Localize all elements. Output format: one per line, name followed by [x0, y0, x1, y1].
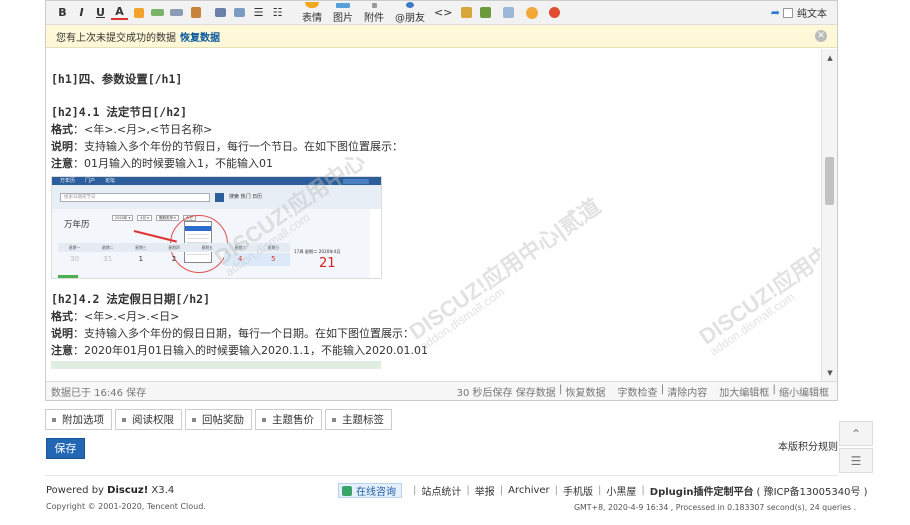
autosave-countdown: 30 秒后保存 — [456, 387, 513, 399]
image-icon — [336, 2, 350, 8]
content-h1: [h1]四、参数设置[/h1] — [51, 72, 183, 86]
link-icon[interactable] — [149, 3, 166, 23]
footer-links: 在线咨询 | 站点统计 | 举报 | Archiver | 手机版 | 小黑屋 | Dplu… — [338, 483, 868, 498]
image-button[interactable]: 图片 — [333, 2, 353, 24]
word-check-link[interactable]: 字数检查 — [618, 384, 658, 399]
copyright: Copyright © 2001-2020, Tencent Cloud. — [46, 502, 206, 511]
restore-data-status-link[interactable]: 恢复数据 — [566, 384, 606, 399]
bold-button[interactable]: B — [54, 3, 71, 23]
code-icon[interactable]: <> — [434, 3, 452, 23]
switch-mode-icon: ➦ — [770, 6, 780, 19]
ordered-list-icon[interactable]: ☰ — [250, 3, 267, 23]
unordered-list-icon[interactable]: ☷ — [269, 3, 286, 23]
table-icon[interactable] — [231, 3, 248, 23]
footer-link-mobile[interactable]: 手机版 — [563, 483, 593, 498]
editor-scrollbar[interactable]: ▲ ▼ — [821, 49, 837, 382]
hide-icon[interactable] — [477, 3, 494, 23]
forum-rules-link[interactable]: 本版积分规则 — [778, 438, 838, 453]
footer-link-report[interactable]: 举报 — [475, 483, 495, 498]
quote-icon[interactable] — [500, 3, 517, 23]
section-4-2-format: 格式：<年>.<月>.<日> — [51, 310, 180, 323]
post-options: 附加选项 阅读权限 回帖奖励 主题售价 主题标签 — [45, 409, 392, 430]
bullet-icon — [332, 417, 336, 422]
post-editor: B I U A ☰ ☷ 表情 图片 附件 @朋友 <> ➦ 纯文本 您有上次未提… — [45, 0, 838, 401]
qq-icon[interactable] — [546, 3, 563, 23]
underline-button[interactable]: U — [92, 3, 109, 23]
scroll-up-icon[interactable]: ▲ — [822, 51, 838, 65]
option-thread-tags[interactable]: 主题标签 — [325, 409, 392, 430]
editor-content[interactable]: [h1]四、参数设置[/h1] [h2]4.1 法定节日[/h2] 格式：<年>… — [46, 49, 820, 382]
saved-time-text: 数据已于 16:46 保存 — [51, 387, 147, 399]
enlarge-editor-link[interactable]: 加大编辑框 — [719, 384, 769, 399]
paperclip-icon — [371, 2, 377, 8]
bullet-icon — [192, 417, 196, 422]
footer-divider — [45, 475, 838, 476]
up-arrow-icon: ⌃ — [850, 426, 862, 441]
option-thread-price[interactable]: 主题售价 — [255, 409, 322, 430]
discuz-link[interactable]: Discuz! — [107, 485, 148, 496]
scroll-down-icon[interactable]: ▼ — [822, 366, 838, 380]
smile-icon — [305, 1, 319, 8]
list-icon: ☰ — [850, 453, 862, 468]
save-button[interactable]: 保存 — [46, 438, 85, 459]
back-to-top-button[interactable]: ⌃ — [839, 421, 873, 446]
restore-data-link[interactable]: 恢复数据 — [180, 29, 220, 44]
shrink-editor-link[interactable]: 缩小编辑框 — [779, 384, 829, 399]
format-brush-icon[interactable] — [187, 3, 204, 23]
bilibili-icon[interactable] — [523, 3, 540, 23]
calendar-brand: 万年历 — [64, 220, 90, 230]
mention-button[interactable]: @朋友 — [395, 1, 425, 24]
powered-by: Powered by Discuz! X3.4 — [46, 485, 175, 496]
editor-toolbar: B I U A ☰ ☷ 表情 图片 附件 @朋友 <> ➦ 纯文本 — [46, 1, 837, 25]
icp-number[interactable]: ( 豫ICP备13005340号 ) — [757, 483, 868, 498]
save-data-link[interactable]: 保存数据 — [516, 384, 556, 399]
plain-text-checkbox[interactable] — [783, 7, 793, 18]
footer-link-stats[interactable]: 站点统计 — [421, 483, 461, 498]
footer-link-blackroom[interactable]: 小黑屋 — [606, 483, 636, 498]
option-reply-reward[interactable]: 回帖奖励 — [185, 409, 252, 430]
unlink-icon[interactable] — [168, 3, 185, 23]
font-color-button[interactable]: A — [111, 5, 128, 20]
bullet-icon — [52, 417, 56, 422]
section-4-1-note: 注意：01月输入的时候要输入1，不能输入01 — [51, 157, 273, 170]
lock-icon[interactable] — [458, 3, 475, 23]
bg-color-icon[interactable] — [130, 3, 147, 23]
emoji-button[interactable]: 表情 — [302, 1, 322, 24]
attach-button[interactable]: 附件 — [364, 2, 384, 24]
editor-statusbar: 数据已于 16:46 保存 30 秒后保存 保存数据 | 恢复数据 字数检查 |… — [46, 381, 837, 400]
option-extra[interactable]: 附加选项 — [45, 409, 112, 430]
unsaved-data-notice: 您有上次未提交成功的数据 恢复数据 ✕ — [46, 25, 837, 48]
option-read-permission[interactable]: 阅读权限 — [115, 409, 182, 430]
section-4-2-desc: 说明：支持输入多个年份的假日日期，每行一个日期。在如下图位置展示： — [51, 327, 414, 340]
section-4-1-title: [h2]4.1 法定节日[/h2] — [51, 105, 188, 119]
section-4-2-title: [h2]4.2 法定假日日期[/h2] — [51, 292, 211, 306]
bullet-icon — [122, 417, 126, 422]
online-consult-button[interactable]: 在线咨询 — [338, 483, 402, 498]
italic-button[interactable]: I — [73, 3, 90, 23]
plain-text-toggle[interactable]: ➦ 纯文本 — [771, 5, 827, 20]
calendar-big-day: 21 — [319, 256, 336, 271]
scroll-thumb[interactable] — [825, 157, 834, 205]
calendar-screenshot: 万年历 门户 论坛 搜索日期或节日 搜索 热门 日历 万年历 2020年 ▾ 4月 ▾ 假… — [51, 176, 382, 279]
bullet-icon — [262, 417, 266, 422]
clear-content-link[interactable]: 清除内容 — [667, 384, 707, 399]
section-4-1-format: 格式：<年>.<月>,<节日名称> — [51, 123, 213, 136]
footer-link-platform[interactable]: Dplugin插件定制平台 — [650, 483, 754, 498]
footer-link-archiver[interactable]: Archiver — [508, 485, 550, 496]
server-time-info: GMT+8, 2020-4-9 16:34 , Processed in 0.1… — [574, 503, 857, 512]
friend-icon — [406, 1, 414, 8]
calendar-days: 30 31 1 2 4 5 — [58, 253, 290, 266]
align-icon[interactable] — [212, 3, 229, 23]
notice-text: 您有上次未提交成功的数据 — [56, 32, 176, 44]
section-4-1-desc: 说明：支持输入多个年份的节假日，每行一个节日。在如下图位置展示： — [51, 140, 403, 153]
return-list-button[interactable]: ☰ — [839, 448, 873, 473]
close-icon[interactable]: ✕ — [815, 30, 827, 42]
chat-icon — [342, 485, 352, 496]
section-4-2-note: 注意：2020年01月01日输入的时候要输入2020.1.1，不能输入2020.… — [51, 344, 428, 357]
